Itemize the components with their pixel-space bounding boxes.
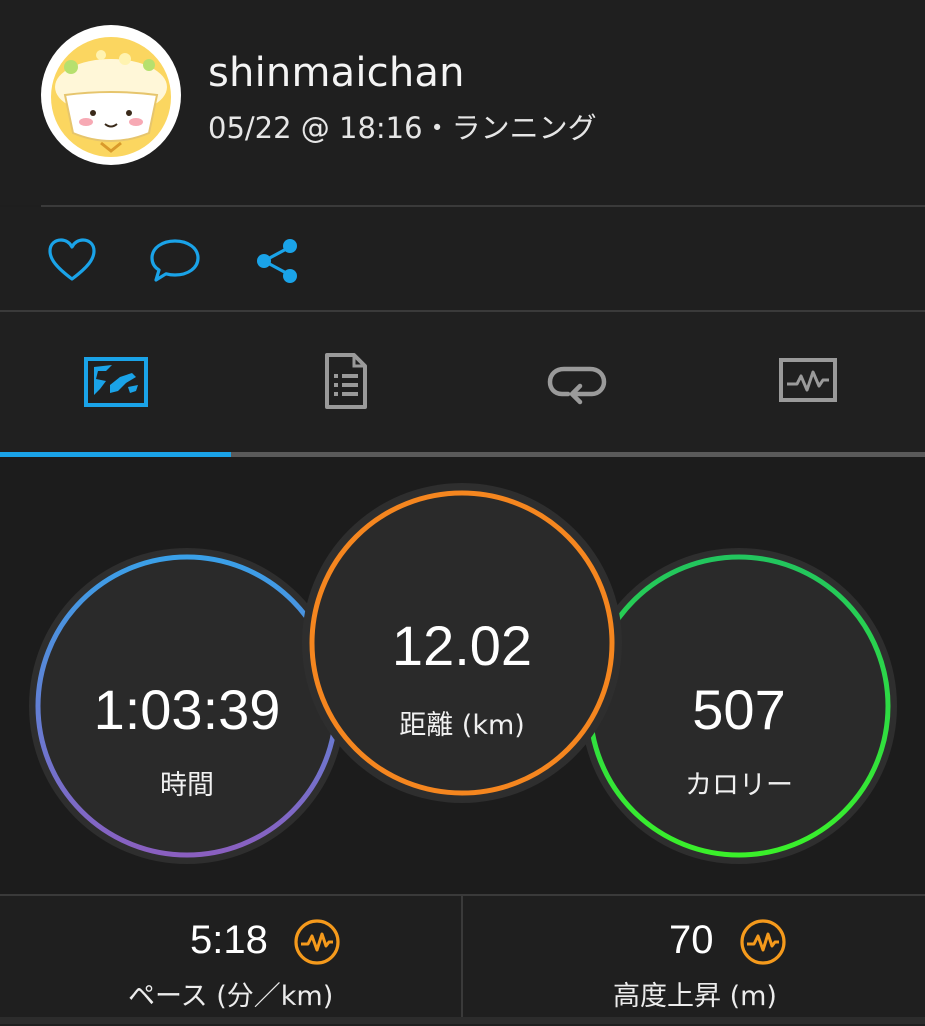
bottom-edge [0, 1017, 925, 1024]
activity-date-type: 05/22 @ 18:16・ランニング [208, 111, 597, 145]
calories-value: 507 [692, 678, 786, 741]
pace-chart-icon[interactable] [293, 918, 341, 966]
tab-charts[interactable] [693, 312, 924, 452]
heart-icon [48, 238, 96, 281]
elevation-chart-icon[interactable] [739, 918, 787, 966]
avatar[interactable] [41, 25, 181, 165]
distance-value: 12.02 [391, 614, 533, 677]
tab-laps[interactable] [462, 312, 693, 452]
calories-label: カロリー [685, 770, 793, 801]
avatar-illustration [43, 27, 179, 163]
map-icon [84, 357, 148, 407]
pace-label: ペース (分／km) [128, 981, 334, 1012]
elevation-stat[interactable]: 70 高度上昇 (m) [463, 896, 925, 1026]
tab-details[interactable] [231, 312, 462, 452]
detail-tabs [0, 312, 925, 457]
pace-value: 5:18 [190, 918, 268, 962]
elevation-label: 高度上昇 (m) [613, 981, 777, 1012]
action-bar [0, 207, 925, 310]
laps-loop-icon [547, 366, 607, 405]
pace-stat[interactable]: 5:18 ペース (分／km) [0, 896, 461, 1026]
stats-section: 1:03:39 時間 507 カロリー 12.02 距離 (km) [0, 457, 925, 894]
elevation-value: 70 [669, 918, 714, 962]
document-list-icon [325, 353, 367, 409]
share-icon [257, 239, 297, 283]
share-button[interactable] [254, 235, 306, 287]
activity-header: shinmaichan 05/22 @ 18:16・ランニング [0, 0, 925, 205]
comment-button[interactable] [148, 235, 200, 287]
calories-stat[interactable]: 507 カロリー [578, 545, 900, 867]
user-name[interactable]: shinmaichan [208, 50, 465, 96]
secondary-stats: 5:18 ペース (分／km) 70 高度上昇 (m) [0, 894, 925, 1026]
distance-label: 距離 (km) [399, 710, 525, 741]
distance-stat[interactable]: 12.02 距離 (km) [300, 481, 624, 805]
tab-map[interactable] [0, 312, 231, 452]
chart-monitor-icon [779, 358, 837, 402]
like-button[interactable] [46, 235, 98, 287]
comment-icon [150, 239, 200, 282]
